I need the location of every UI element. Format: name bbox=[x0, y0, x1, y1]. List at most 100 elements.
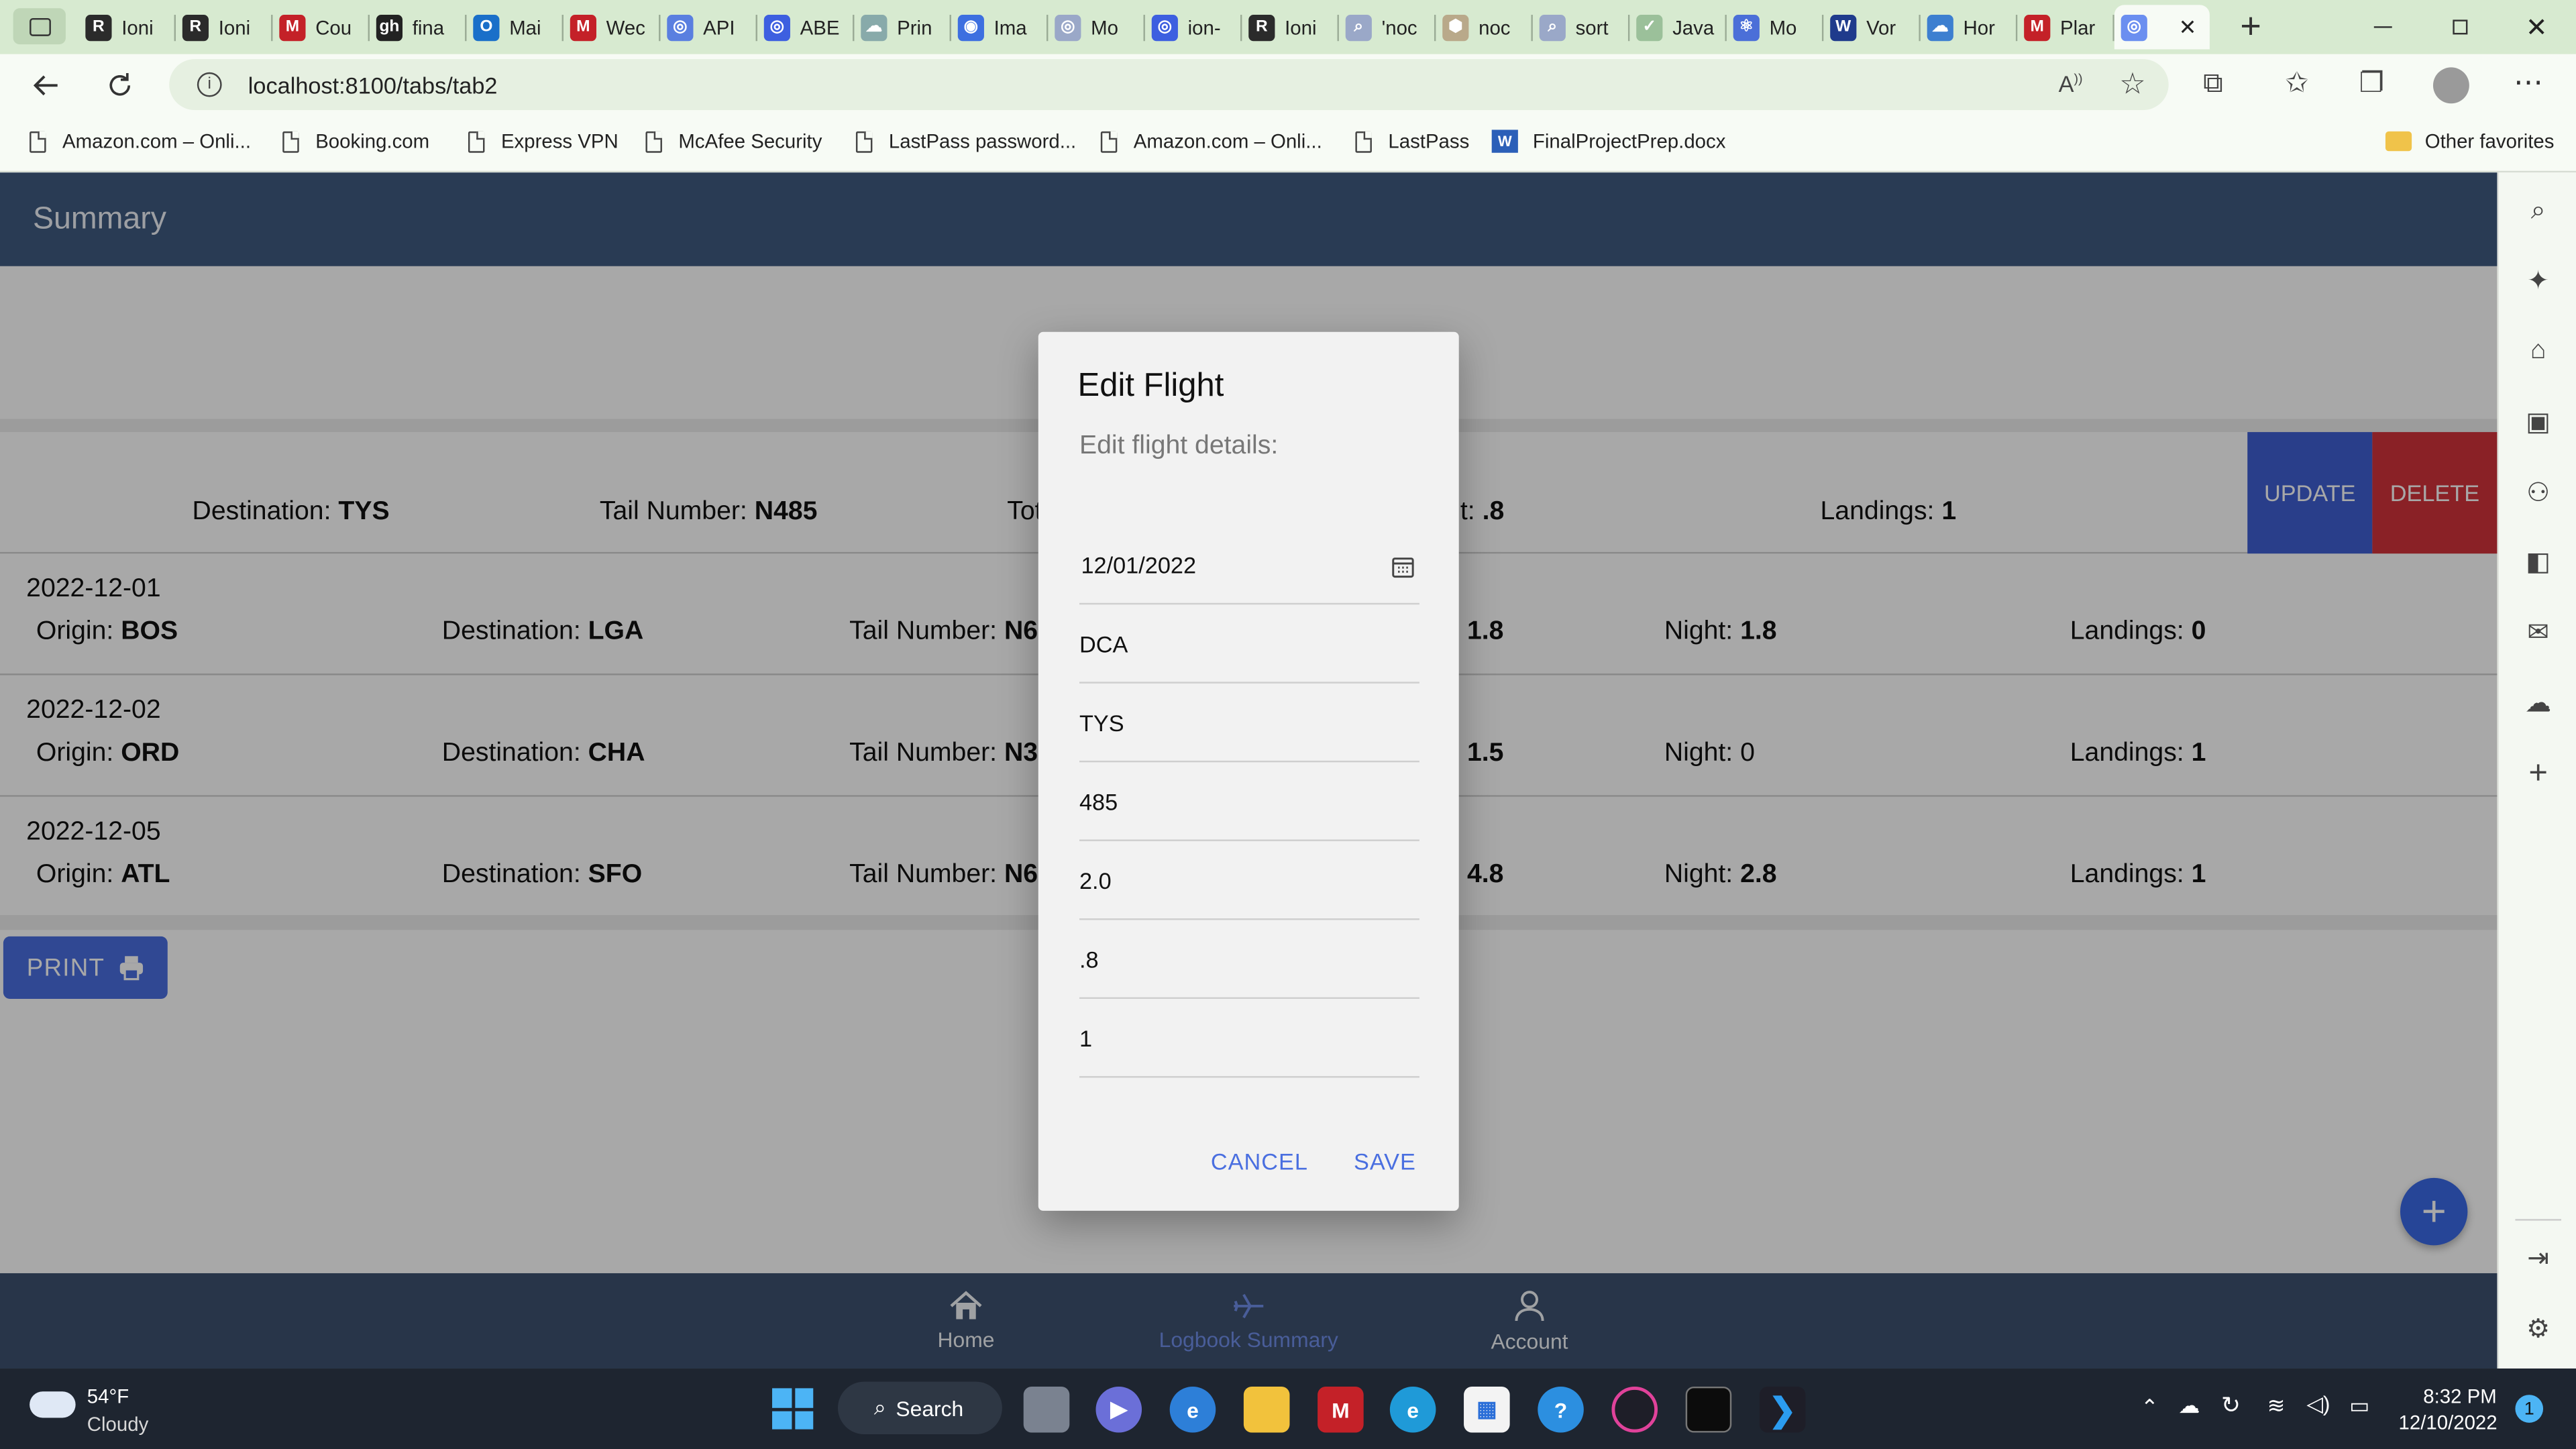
browser-tab[interactable]: ◎ Mo bbox=[1048, 5, 1145, 49]
browser-tab[interactable]: ✓ Java bbox=[1629, 5, 1727, 49]
browser-tab[interactable]: M Plar bbox=[2017, 5, 2114, 49]
origin-field[interactable] bbox=[1079, 606, 1419, 682]
outlook-icon[interactable]: ✉ bbox=[2522, 616, 2555, 649]
night-time-field[interactable] bbox=[1079, 921, 1419, 998]
tab-label: fina bbox=[412, 15, 445, 39]
browser-tab[interactable]: ◎ API bbox=[660, 5, 757, 49]
screen: R Ioni R Ioni M Cou gh fina O Mai M Wec ◎ API ◎ ABE ☁ Pri… bbox=[0, 0, 2576, 1449]
settings-gear-icon[interactable]: ⚙ bbox=[2522, 1313, 2555, 1346]
tab-favicon-icon: ◎ bbox=[667, 13, 694, 41]
date-field[interactable] bbox=[1079, 527, 1421, 603]
cancel-button[interactable]: CANCEL bbox=[1211, 1148, 1308, 1175]
destination-field[interactable] bbox=[1079, 685, 1419, 761]
favorite-link[interactable]: Amazon.com – Onli... bbox=[1100, 127, 1322, 156]
browser-tab[interactable]: ☁ Hor bbox=[1921, 5, 2018, 49]
read-aloud-icon[interactable]: A)) bbox=[2059, 70, 2083, 97]
page-icon bbox=[855, 130, 873, 152]
browser-tab[interactable]: ◎ ion- bbox=[1145, 5, 1242, 49]
favorites-icon[interactable]: ✩ bbox=[2286, 67, 2309, 100]
terminal-icon[interactable] bbox=[1685, 1386, 1732, 1433]
drop-icon[interactable]: ☁ bbox=[2522, 687, 2555, 720]
games-icon[interactable]: ⚇ bbox=[2522, 476, 2555, 509]
office-icon[interactable]: ◧ bbox=[2522, 545, 2555, 578]
browser-tab[interactable]: M Cou bbox=[273, 5, 370, 49]
store-icon[interactable]: ▦ bbox=[1464, 1386, 1510, 1433]
mcafee-icon[interactable]: M bbox=[1318, 1386, 1364, 1433]
clock-date[interactable]: 12/10/2022 bbox=[2399, 1411, 2498, 1434]
browser-tab[interactable]: ⚛ Mo bbox=[1727, 5, 1824, 49]
start-windows-icon[interactable] bbox=[772, 1388, 814, 1430]
close-window-button[interactable]: ✕ bbox=[2499, 0, 2575, 54]
add-sidebar-item-icon[interactable]: + bbox=[2522, 755, 2555, 791]
browser-tab[interactable]: W Vor bbox=[1823, 5, 1921, 49]
browser-tab[interactable]: O Mai bbox=[467, 5, 564, 49]
notification-badge[interactable]: 1 bbox=[2515, 1395, 2544, 1423]
edge-dev-icon[interactable]: e bbox=[1169, 1386, 1216, 1433]
address-text[interactable]: localhost:8100/tabs/tab2 bbox=[248, 72, 498, 99]
new-tab-button[interactable]: + bbox=[2231, 5, 2271, 46]
hide-sidebar-icon[interactable]: ⇥ bbox=[2522, 1242, 2555, 1275]
favorite-link[interactable]: LastPass password... bbox=[855, 127, 1076, 156]
tab-favicon-icon: ⌕ bbox=[1539, 13, 1566, 41]
wifi-icon[interactable]: ≋ bbox=[2267, 1393, 2286, 1419]
add-favorite-icon[interactable]: ☆ bbox=[2119, 67, 2146, 101]
file-explorer-icon[interactable] bbox=[1243, 1386, 1290, 1433]
task-view-icon[interactable] bbox=[1023, 1386, 1070, 1433]
copilot-sparkle-icon[interactable]: ✦ bbox=[2522, 264, 2555, 297]
browser-tab[interactable]: M Wec bbox=[564, 5, 661, 49]
favorite-link[interactable]: LastPass bbox=[1355, 127, 1469, 156]
taskbar-search[interactable]: ⌕ Search bbox=[837, 1381, 1002, 1434]
browser-tab[interactable]: R Ioni bbox=[176, 5, 273, 49]
browser-tab[interactable]: ☁ Prin bbox=[854, 5, 951, 49]
sync-icon[interactable]: ↻ bbox=[2221, 1391, 2241, 1419]
favorite-link[interactable]: Booking.com bbox=[282, 127, 429, 156]
search-icon[interactable]: ⌕ bbox=[2522, 195, 2555, 228]
help-icon[interactable]: ? bbox=[1538, 1386, 1584, 1433]
teams-chat-icon[interactable]: ▶ bbox=[1095, 1386, 1142, 1433]
browser-tab[interactable]: gh fina bbox=[370, 5, 467, 49]
browser-tab[interactable]: R Ioni bbox=[79, 5, 176, 49]
browser-tab[interactable]: ⌕ 'noc bbox=[1339, 5, 1436, 49]
browser-tab[interactable]: ⌕ sort bbox=[1533, 5, 1630, 49]
vscode-icon[interactable]: ❯ bbox=[1759, 1386, 1806, 1433]
favorite-link[interactable]: McAfee Security bbox=[645, 127, 822, 156]
browser-tab[interactable]: ◉ Ima bbox=[951, 5, 1049, 49]
onedrive-icon[interactable]: ☁ bbox=[2178, 1393, 2200, 1419]
landings-field[interactable] bbox=[1079, 1000, 1419, 1077]
minimize-button[interactable] bbox=[2345, 0, 2420, 54]
tools-briefcase-icon[interactable]: ▣ bbox=[2522, 406, 2555, 439]
collections-icon[interactable]: ❐ bbox=[2359, 67, 2384, 100]
browser-tab[interactable]: ⬢ noc bbox=[1436, 5, 1533, 49]
battery-icon[interactable]: ▭ bbox=[2349, 1393, 2369, 1419]
back-button[interactable] bbox=[19, 59, 72, 111]
calendar-icon[interactable] bbox=[1391, 555, 1414, 587]
extensions-icon[interactable]: ⧉ bbox=[2203, 67, 2223, 100]
other-favorites[interactable]: Other favorites bbox=[2385, 127, 2554, 156]
tab-label: Mai bbox=[509, 15, 541, 39]
weather-temp[interactable]: 54°F bbox=[87, 1385, 129, 1408]
edge-browser-icon[interactable]: e bbox=[1389, 1386, 1436, 1433]
browser-tab[interactable]: ◎ ABE bbox=[757, 5, 855, 49]
weather-desc[interactable]: Cloudy bbox=[87, 1413, 148, 1436]
creative-cloud-icon[interactable] bbox=[1611, 1386, 1658, 1433]
favorite-link[interactable]: W FinalProjectPrep.docx bbox=[1491, 127, 1725, 156]
shopping-tag-icon[interactable]: ⌂ bbox=[2522, 335, 2555, 368]
total-time-field[interactable] bbox=[1079, 843, 1419, 918]
save-button[interactable]: SAVE bbox=[1354, 1148, 1416, 1175]
volume-icon[interactable]: ◁) bbox=[2306, 1391, 2330, 1417]
site-info-icon[interactable]: i bbox=[197, 72, 222, 97]
weather-cloud-icon[interactable] bbox=[30, 1391, 76, 1418]
browser-tab[interactable]: R Ioni bbox=[1242, 5, 1339, 49]
clock-time[interactable]: 8:32 PM bbox=[2423, 1385, 2496, 1408]
tab-actions-button[interactable] bbox=[13, 8, 66, 45]
restore-button[interactable] bbox=[2422, 0, 2498, 54]
more-options-icon[interactable]: ⋯ bbox=[2514, 66, 2543, 100]
close-tab-icon[interactable]: ✕ bbox=[2179, 14, 2197, 40]
tray-overflow-icon[interactable]: ⌃ bbox=[2141, 1395, 2159, 1421]
refresh-button[interactable] bbox=[94, 59, 146, 111]
favorite-link[interactable]: Express VPN bbox=[468, 127, 619, 156]
favorite-link[interactable]: Amazon.com – Onli... bbox=[30, 127, 251, 156]
tail-number-field[interactable] bbox=[1079, 763, 1419, 840]
browser-tab[interactable]: ◎ ✕ bbox=[2114, 5, 2210, 50]
profile-avatar[interactable] bbox=[2432, 67, 2469, 104]
